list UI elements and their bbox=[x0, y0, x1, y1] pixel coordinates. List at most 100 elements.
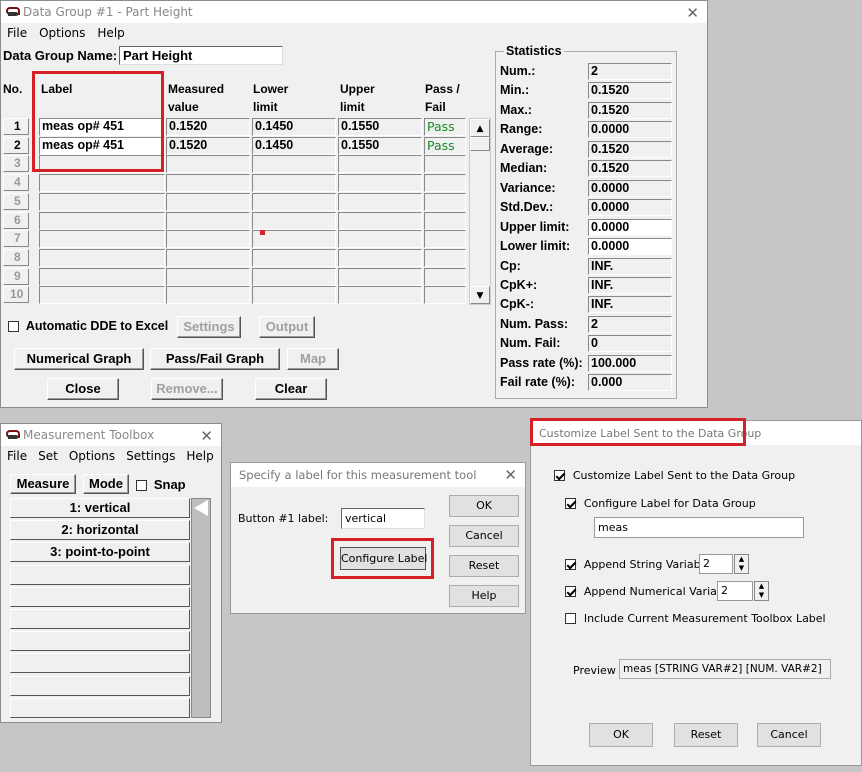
menu-options[interactable]: Options bbox=[69, 449, 115, 463]
stat-value[interactable]: 0.0000 bbox=[588, 238, 672, 256]
tool-button[interactable]: 3: point-to-point bbox=[10, 542, 190, 563]
menu-file[interactable]: File bbox=[7, 26, 27, 40]
cell-label[interactable] bbox=[39, 174, 165, 193]
string-var-checkbox[interactable] bbox=[565, 559, 576, 570]
row-number[interactable]: 3 bbox=[3, 155, 29, 173]
cell-lower[interactable] bbox=[252, 192, 336, 211]
settings-button[interactable]: Settings bbox=[177, 316, 241, 338]
cell-measured[interactable] bbox=[166, 230, 250, 249]
data-group-titlebar[interactable]: Data Group #1 - Part Height ✕ bbox=[1, 1, 707, 23]
cell-label[interactable] bbox=[39, 267, 165, 286]
cell-pass[interactable]: Pass bbox=[424, 118, 466, 136]
menu-help[interactable]: Help bbox=[97, 26, 124, 40]
tool-button[interactable]: 1: vertical bbox=[10, 498, 190, 518]
num-var-input[interactable]: 2 bbox=[717, 581, 753, 601]
specify-titlebar[interactable]: Specify a label for this measurement too… bbox=[231, 463, 525, 487]
cell-measured[interactable] bbox=[166, 211, 250, 230]
cell-pass[interactable] bbox=[424, 248, 466, 267]
button-label-input[interactable]: vertical bbox=[341, 508, 425, 529]
row-number[interactable]: 1 bbox=[3, 118, 29, 135]
tool-button[interactable] bbox=[10, 653, 190, 674]
tool-button[interactable]: 2: horizontal bbox=[10, 520, 190, 541]
num-var-checkbox-row[interactable]: Append Numerical Variable: bbox=[565, 584, 737, 598]
cell-upper[interactable] bbox=[338, 192, 422, 211]
cell-upper[interactable]: 0.1550 bbox=[338, 118, 422, 136]
row-number[interactable]: 6 bbox=[3, 211, 29, 229]
menu-help[interactable]: Help bbox=[186, 449, 213, 463]
close-icon[interactable]: ✕ bbox=[200, 427, 213, 445]
close-icon[interactable]: ✕ bbox=[504, 466, 517, 484]
cell-lower[interactable] bbox=[252, 286, 336, 305]
dde-checkbox[interactable] bbox=[8, 321, 19, 332]
cell-upper[interactable] bbox=[338, 174, 422, 193]
cell-lower[interactable]: 0.1450 bbox=[252, 136, 336, 155]
cell-lower[interactable] bbox=[252, 248, 336, 267]
cell-upper[interactable] bbox=[338, 267, 422, 286]
tool-button[interactable] bbox=[10, 586, 190, 607]
row-number[interactable]: 2 bbox=[3, 136, 29, 154]
configure-checkbox[interactable] bbox=[565, 498, 576, 509]
cell-measured[interactable]: 0.1520 bbox=[166, 118, 250, 136]
grid-scrollbar[interactable]: ▲ ▼ bbox=[469, 118, 491, 305]
cell-label[interactable] bbox=[39, 211, 165, 230]
mode-button[interactable]: Mode bbox=[83, 474, 129, 494]
reset-button[interactable]: Reset bbox=[674, 723, 738, 747]
cell-label[interactable] bbox=[39, 248, 165, 267]
ok-button[interactable]: OK bbox=[449, 495, 519, 517]
measure-button[interactable]: Measure bbox=[10, 474, 76, 494]
cell-measured[interactable] bbox=[166, 192, 250, 211]
output-button[interactable]: Output bbox=[259, 316, 315, 338]
tool-button[interactable] bbox=[10, 609, 190, 629]
cell-pass[interactable]: Pass bbox=[424, 136, 466, 155]
cell-label[interactable] bbox=[39, 230, 165, 249]
tool-button[interactable] bbox=[10, 675, 190, 696]
string-var-checkbox-row[interactable]: Append String Variable: bbox=[565, 557, 714, 571]
group-name-field[interactable]: Part Height bbox=[119, 46, 283, 65]
map-button[interactable]: Map bbox=[287, 348, 339, 370]
cell-upper[interactable]: 0.1550 bbox=[338, 136, 422, 155]
cell-measured[interactable] bbox=[166, 174, 250, 193]
string-var-spinner[interactable]: ▲ ▼ bbox=[734, 554, 749, 574]
configure-checkbox-row[interactable]: Configure Label for Data Group bbox=[565, 496, 756, 510]
clear-button[interactable]: Clear bbox=[255, 378, 327, 400]
cell-pass[interactable] bbox=[424, 192, 466, 211]
row-number[interactable]: 4 bbox=[3, 174, 29, 192]
customize-checkbox[interactable] bbox=[554, 470, 565, 481]
num-var-checkbox[interactable] bbox=[565, 586, 576, 597]
cell-pass[interactable] bbox=[424, 286, 466, 305]
cell-upper[interactable] bbox=[338, 155, 422, 174]
cell-pass[interactable] bbox=[424, 267, 466, 286]
label-text-input[interactable]: meas bbox=[594, 517, 804, 538]
stat-value[interactable]: 0.0000 bbox=[588, 218, 672, 236]
cell-lower[interactable]: 0.1450 bbox=[252, 118, 336, 136]
cell-pass[interactable] bbox=[424, 174, 466, 193]
customize-checkbox-row[interactable]: Customize Label Sent to the Data Group bbox=[554, 468, 795, 482]
dde-checkbox-row[interactable]: Automatic DDE to Excel bbox=[8, 319, 168, 333]
menu-options[interactable]: Options bbox=[39, 26, 85, 40]
help-button[interactable]: Help bbox=[449, 585, 519, 607]
close-button[interactable]: Close bbox=[47, 378, 119, 400]
menu-settings[interactable]: Settings bbox=[126, 449, 175, 463]
cell-upper[interactable] bbox=[338, 230, 422, 249]
cell-upper[interactable] bbox=[338, 211, 422, 230]
toolbox-scrollbar[interactable] bbox=[191, 498, 211, 718]
cell-upper[interactable] bbox=[338, 248, 422, 267]
tool-button[interactable] bbox=[10, 697, 190, 718]
scroll-down-icon[interactable]: ▼ bbox=[470, 286, 490, 304]
menu-file[interactable]: File bbox=[7, 449, 27, 463]
cell-lower[interactable] bbox=[252, 155, 336, 174]
cell-label[interactable] bbox=[39, 192, 165, 211]
cell-lower[interactable] bbox=[252, 267, 336, 286]
cell-measured[interactable]: 0.1520 bbox=[166, 136, 250, 155]
row-number[interactable]: 10 bbox=[3, 286, 29, 304]
reset-button[interactable]: Reset bbox=[449, 555, 519, 577]
cell-pass[interactable] bbox=[424, 230, 466, 249]
row-number[interactable]: 7 bbox=[3, 230, 29, 248]
tool-button[interactable] bbox=[10, 631, 190, 652]
cell-pass[interactable] bbox=[424, 211, 466, 230]
cell-pass[interactable] bbox=[424, 155, 466, 174]
num-var-spinner[interactable]: ▲ ▼ bbox=[754, 581, 769, 601]
cell-measured[interactable] bbox=[166, 286, 250, 305]
numerical-graph-button[interactable]: Numerical Graph bbox=[14, 348, 144, 370]
cell-lower[interactable] bbox=[252, 174, 336, 193]
